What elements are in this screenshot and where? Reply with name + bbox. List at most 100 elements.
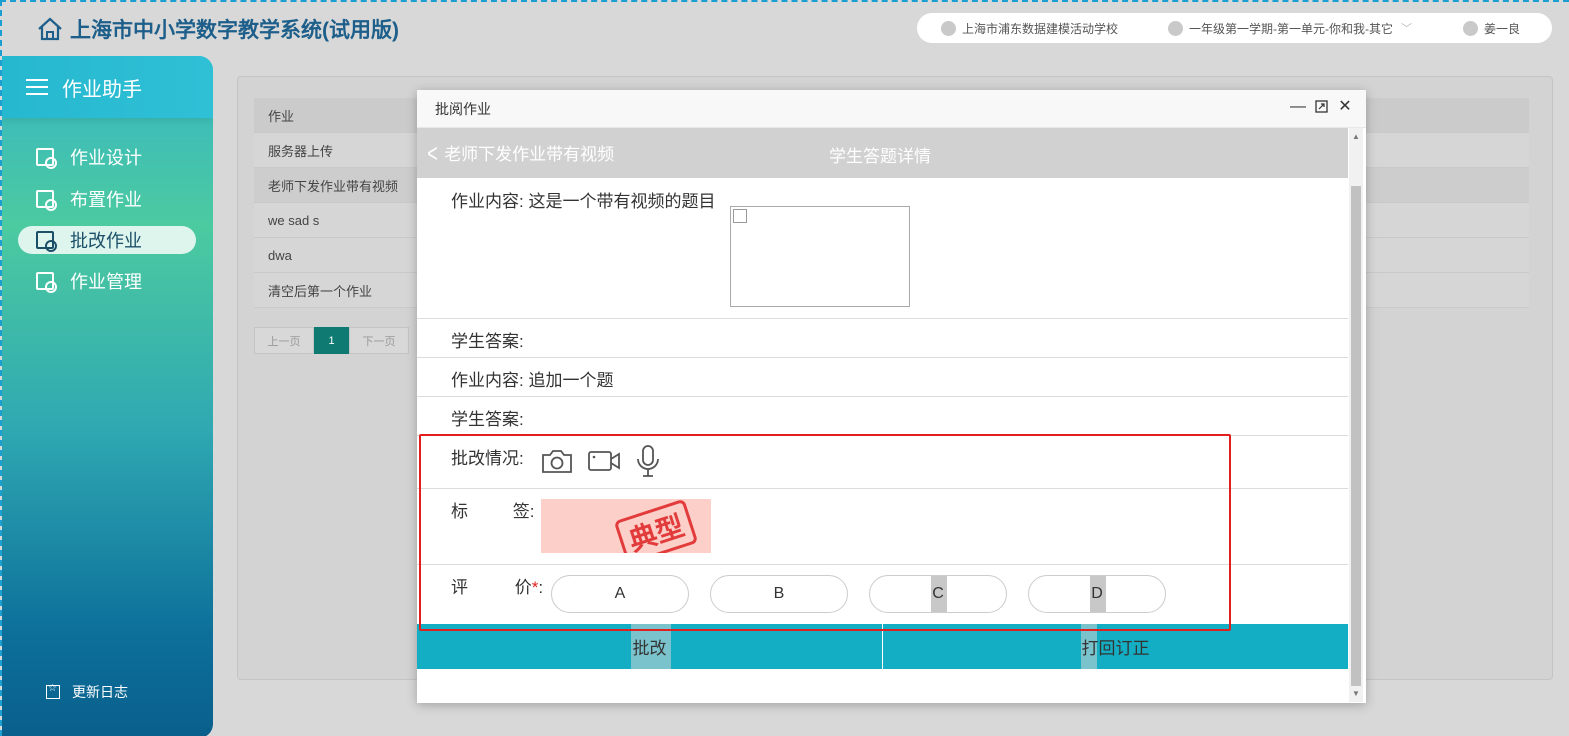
- camera-icon[interactable]: [541, 448, 573, 474]
- prev-page-button[interactable]: 上一页: [254, 327, 314, 354]
- sidebar-title: 作业助手: [62, 78, 142, 101]
- question-label: 作业内容:: [451, 192, 524, 211]
- grade-b-button[interactable]: B: [710, 575, 848, 613]
- grading-row: 批改情况:: [417, 436, 1348, 489]
- maximize-icon[interactable]: [1314, 100, 1328, 114]
- eval-label-b: 价: [514, 578, 532, 597]
- detail-nav-bar: < 老师下发作业带有视频 学生答题详情: [417, 128, 1348, 178]
- sidebar-header: 作业助手: [2, 56, 213, 118]
- sidebar-item-label: 布置作业: [70, 190, 142, 210]
- return-label: 打回订正: [1081, 639, 1150, 658]
- question-row: 作业内容: 追加一个题: [417, 358, 1348, 397]
- grade-label: B: [773, 585, 785, 602]
- video-icon[interactable]: [587, 449, 621, 473]
- review-modal: 批阅作业 — ✕ ▲ ▼ < 老师下发作业带有视频 学生答题详情 作业内容: 这…: [417, 90, 1366, 703]
- grading-label: 批改情况:: [451, 449, 524, 468]
- top-header: 上海市中小学数字教学系统(试用版) 上海市浦东数据建模活动学校 一年级第一学期-…: [2, 2, 1569, 56]
- pagination: 上一页 1 下一页: [254, 327, 409, 354]
- table-cell: we sad s: [268, 212, 320, 228]
- grade-a-button[interactable]: A: [551, 575, 689, 613]
- modal-title-bar: 批阅作业 — ✕: [417, 90, 1366, 128]
- assign-icon: [36, 190, 57, 211]
- modal-scrollbar[interactable]: ▲ ▼: [1349, 128, 1363, 702]
- grade-d-button[interactable]: D: [1028, 575, 1166, 613]
- header-info-bar: 上海市浦东数据建模活动学校 一年级第一学期-第一单元-你和我-其它 ﹀ 姜一良: [917, 13, 1552, 43]
- approve-label: 批改: [632, 639, 667, 658]
- sidebar-item-label: 作业管理: [70, 272, 142, 292]
- school-icon: [941, 20, 956, 36]
- answer-label: 学生答案:: [451, 332, 524, 351]
- next-page-button[interactable]: 下一页: [349, 327, 409, 354]
- table-cell: 服务器上传: [268, 143, 334, 159]
- evaluation-row: 评 价*: A B C D: [417, 565, 1348, 625]
- sidebar-item-grade[interactable]: 批改作业: [18, 226, 196, 254]
- question-text: 这是一个带有视频的题目: [528, 192, 716, 211]
- grade-options: A B C D: [551, 575, 1166, 613]
- eval-label-a: 评: [451, 578, 468, 597]
- grade-label: D: [1091, 585, 1103, 602]
- return-correction-button[interactable]: 打回订正: [882, 624, 1348, 669]
- chevron-down-icon: ﹀: [1401, 23, 1412, 35]
- sidebar-item-label: 作业设计: [70, 148, 142, 168]
- app-title-text: 上海市中小学数字教学系统(试用版): [70, 19, 399, 42]
- scroll-thumb[interactable]: [1351, 186, 1361, 686]
- changelog-icon: [46, 683, 60, 699]
- tag-row: 标 签: 典型: [417, 489, 1348, 565]
- answer-label: 学生答案:: [451, 410, 524, 429]
- question-image[interactable]: [730, 206, 910, 307]
- tag-label-a: 标: [451, 502, 468, 521]
- chevron-left-icon: <: [427, 137, 438, 168]
- scroll-up-icon[interactable]: ▲: [1352, 132, 1360, 141]
- answer-row: 学生答案:: [417, 319, 1348, 358]
- grade-icon: [36, 231, 57, 252]
- table-cell: 老师下发作业带有视频: [268, 178, 399, 194]
- back-button[interactable]: < 老师下发作业带有视频: [425, 137, 615, 168]
- school-name: 上海市浦东数据建模活动学校: [962, 21, 1119, 36]
- question-row: 作业内容: 这是一个带有视频的题目: [417, 178, 1348, 319]
- approve-button[interactable]: 批改: [417, 624, 882, 669]
- nav-title: 学生答题详情: [829, 147, 931, 166]
- answer-detail: 作业内容: 这是一个带有视频的题目 学生答案: 作业内容: 追加一个题 学生答案…: [417, 178, 1348, 625]
- app-title[interactable]: 上海市中小学数字教学系统(试用版): [36, 14, 399, 44]
- microphone-icon[interactable]: [635, 444, 661, 478]
- menu-icon[interactable]: [26, 78, 48, 96]
- school-selector[interactable]: 上海市浦东数据建模活动学校: [941, 20, 1118, 37]
- answer-row: 学生答案:: [417, 397, 1348, 436]
- sidebar-item-design[interactable]: 作业设计: [18, 143, 196, 171]
- question-text: 追加一个题: [528, 371, 614, 390]
- question-label: 作业内容:: [451, 371, 524, 390]
- eval-colon: :: [538, 578, 544, 597]
- back-label: 老师下发作业带有视频: [444, 145, 615, 164]
- term-name: 一年级第一学期-第一单元-你和我-其它: [1189, 21, 1393, 36]
- changelog-link[interactable]: 更新日志: [46, 682, 128, 702]
- action-bar: 批改 打回订正: [417, 624, 1348, 669]
- stamp-text: 典型: [613, 499, 699, 553]
- modal-title: 批阅作业: [435, 100, 491, 117]
- current-page[interactable]: 1: [314, 327, 349, 354]
- user-menu[interactable]: 姜一良: [1463, 20, 1520, 37]
- broken-image-icon: [733, 209, 747, 223]
- home-icon[interactable]: [36, 15, 64, 43]
- changelog-label: 更新日志: [72, 684, 128, 700]
- minimize-icon[interactable]: —: [1290, 99, 1306, 115]
- sidebar-item-label: 批改作业: [70, 231, 142, 251]
- sidebar: 作业助手 作业设计 布置作业 批改作业 作业管理 更新日志: [2, 56, 213, 736]
- manage-icon: [36, 272, 57, 293]
- table-header-cell: 作业: [268, 108, 295, 124]
- sidebar-item-assign[interactable]: 布置作业: [18, 185, 196, 213]
- close-icon[interactable]: ✕: [1338, 99, 1352, 115]
- table-cell: dwa: [268, 247, 292, 263]
- user-name: 姜一良: [1484, 21, 1521, 36]
- sidebar-item-manage[interactable]: 作业管理: [18, 267, 196, 295]
- grade-label: A: [614, 585, 626, 602]
- term-selector[interactable]: 一年级第一学期-第一单元-你和我-其它 ﹀: [1168, 20, 1412, 37]
- tag-label-b: 签:: [512, 502, 535, 521]
- book-icon: [1168, 20, 1183, 36]
- design-icon: [36, 148, 57, 169]
- grade-label: C: [932, 585, 944, 602]
- user-avatar-icon: [1463, 20, 1478, 36]
- grade-c-button[interactable]: C: [869, 575, 1007, 613]
- table-cell: 清空后第一个作业: [268, 283, 373, 299]
- scroll-down-icon[interactable]: ▼: [1352, 689, 1360, 698]
- typical-tag[interactable]: 典型: [541, 499, 711, 553]
